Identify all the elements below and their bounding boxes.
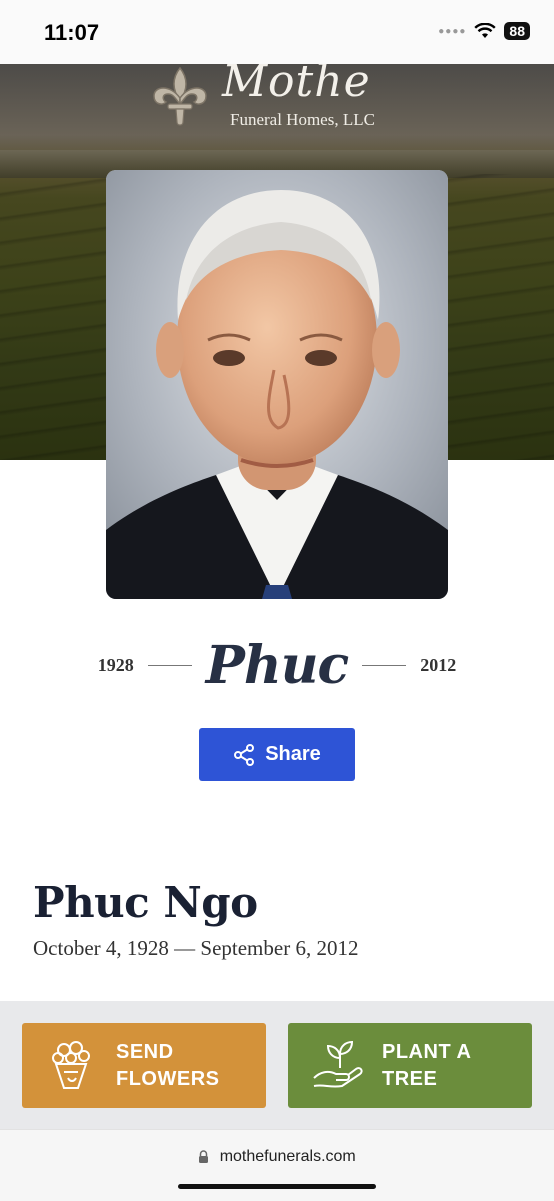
plant-tree-label-line1: PLANT A bbox=[382, 1040, 472, 1063]
send-flowers-label-line1: SEND bbox=[116, 1040, 174, 1063]
signal-icon: ●●●● bbox=[438, 25, 467, 37]
send-flowers-button[interactable]: SEND FLOWERS bbox=[22, 1023, 266, 1108]
bouquet-icon bbox=[52, 1040, 90, 1089]
action-bar: SEND FLOWERS PLANT A TREE bbox=[0, 1001, 554, 1129]
brand-subtitle: Funeral Homes, LLC bbox=[230, 110, 375, 129]
status-icons: ●●●● 88 bbox=[438, 22, 530, 40]
share-icon bbox=[234, 743, 255, 766]
divider bbox=[362, 664, 407, 666]
birth-year: 1928 bbox=[97, 654, 134, 675]
status-time: 11:07 bbox=[44, 20, 100, 45]
hand-sprout-icon bbox=[313, 1040, 363, 1088]
plant-tree-label: PLANT A TREE bbox=[382, 1039, 502, 1093]
plant-tree-label-line2: TREE bbox=[382, 1067, 438, 1090]
battery-icon: 88 bbox=[504, 22, 530, 40]
brand-logo[interactable]: Mothe Funeral Homes, LLC bbox=[150, 64, 420, 134]
share-button[interactable]: Share bbox=[199, 728, 355, 781]
brand-name: Mothe bbox=[222, 64, 371, 107]
name-year-row: 1928 Phuc 2012 bbox=[0, 630, 554, 700]
send-flowers-label-line2: FLOWERS bbox=[116, 1067, 220, 1090]
life-dates: October 4, 1928 — September 6, 2012 bbox=[33, 936, 359, 960]
status-bar: 11:07 ●●●● 88 bbox=[0, 0, 554, 64]
url-text: mothefunerals.com bbox=[219, 1148, 356, 1165]
divider bbox=[147, 664, 192, 666]
url-display[interactable]: mothefunerals.com bbox=[0, 1148, 554, 1166]
lock-icon bbox=[199, 1150, 209, 1163]
wifi-icon bbox=[474, 23, 497, 38]
page-title: Phuc Ngo bbox=[33, 878, 258, 927]
portrait-photo bbox=[106, 170, 448, 599]
send-flowers-label: SEND FLOWERS bbox=[116, 1039, 236, 1093]
share-label: Share bbox=[265, 743, 321, 765]
browser-url-bar[interactable]: mothefunerals.com bbox=[0, 1129, 554, 1201]
plant-tree-button[interactable]: PLANT A TREE bbox=[288, 1023, 532, 1108]
portrait-image bbox=[106, 170, 448, 599]
home-indicator[interactable] bbox=[178, 1184, 376, 1189]
first-name-script: Phuc bbox=[205, 634, 349, 696]
fleur-de-lis-icon bbox=[153, 66, 207, 126]
death-year: 2012 bbox=[420, 654, 457, 675]
